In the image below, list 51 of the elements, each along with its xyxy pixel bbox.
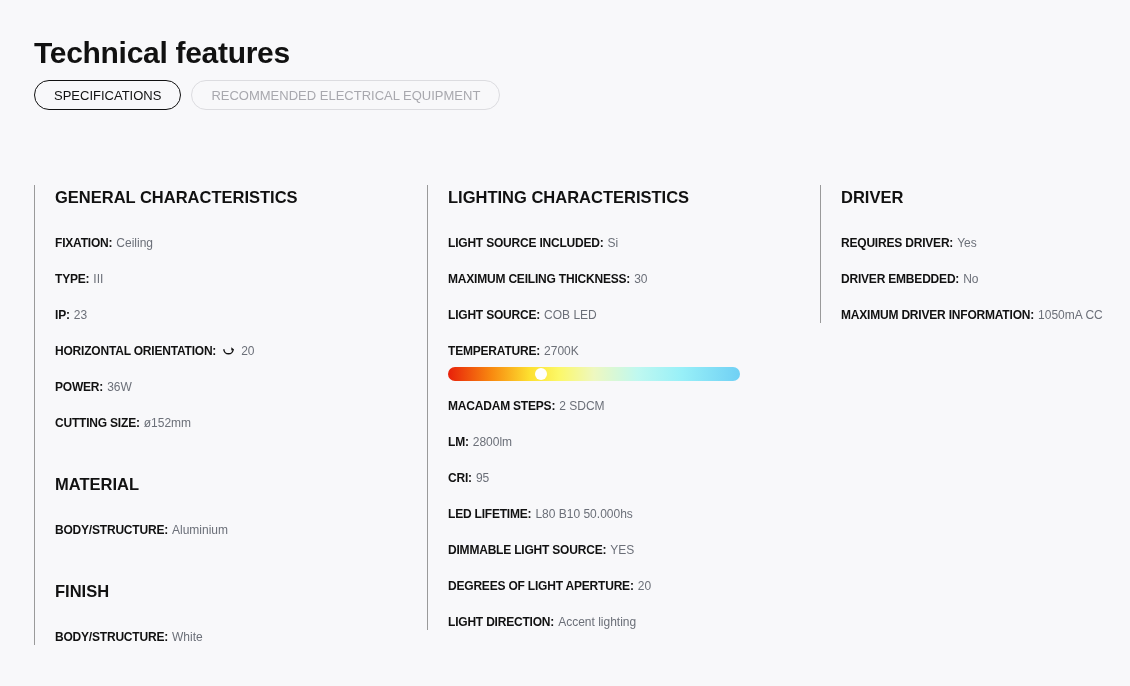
spec-label: DEGREES OF LIGHT APERTURE: bbox=[448, 578, 634, 594]
spec-label: CRI: bbox=[448, 470, 472, 486]
spec-label: MAXIMUM DRIVER INFORMATION: bbox=[841, 307, 1035, 323]
spec-value: 95 bbox=[475, 470, 490, 486]
spec-value: No bbox=[963, 271, 979, 287]
spec-label: LIGHT SOURCE INCLUDED: bbox=[448, 235, 604, 251]
spec-value: 1050mA CC bbox=[1038, 307, 1103, 323]
spec-value: 2 SDCM bbox=[559, 398, 605, 414]
spec-label: TYPE: bbox=[55, 271, 90, 287]
spec-value: 30 bbox=[634, 271, 648, 287]
spec-value: Si bbox=[607, 235, 619, 251]
spec-label: HORIZONTAL ORIENTATION: bbox=[55, 343, 217, 359]
spec-value: 23 bbox=[73, 307, 88, 323]
spec-value: Yes bbox=[957, 235, 977, 251]
spec-label: BODY/STRUCTURE: bbox=[55, 629, 168, 645]
spec-value: 2800lm bbox=[472, 434, 513, 450]
spec-value: COB LED bbox=[544, 307, 597, 323]
spec-label: REQUIRES DRIVER: bbox=[841, 235, 954, 251]
spec-label: FIXATION: bbox=[55, 235, 113, 251]
spec-value: Ceiling bbox=[116, 235, 153, 251]
spec-label: TEMPERATURE: bbox=[448, 343, 541, 359]
spec-label: MACADAM STEPS: bbox=[448, 398, 556, 414]
spec-value: III bbox=[93, 271, 104, 287]
section-heading: LIGHTING CHARACTERISTICS bbox=[448, 187, 691, 208]
spec-label: LIGHT DIRECTION: bbox=[448, 614, 555, 630]
spec-label: POWER: bbox=[55, 379, 104, 395]
spec-label: IP: bbox=[55, 307, 70, 323]
spec-label: LM: bbox=[448, 434, 469, 450]
spec-value: 20 bbox=[637, 578, 652, 594]
spec-label: LED LIFETIME: bbox=[448, 506, 532, 522]
spec-value: Accent lighting bbox=[558, 614, 637, 630]
spec-value: 36W bbox=[107, 379, 132, 395]
page-title: Technical features bbox=[34, 35, 291, 71]
section-heading: GENERAL CHARACTERISTICS bbox=[55, 187, 299, 208]
spec-value: 20 bbox=[241, 343, 255, 359]
spec-label: LIGHT SOURCE: bbox=[448, 307, 541, 323]
spec-label: BODY/STRUCTURE: bbox=[55, 522, 168, 538]
section-heading: MATERIAL bbox=[55, 474, 140, 495]
section-heading: DRIVER bbox=[841, 187, 905, 208]
spec-label: MAXIMUM CEILING THICKNESS: bbox=[448, 271, 631, 287]
spec-value: 2700K bbox=[544, 343, 579, 359]
spec-label: DRIVER EMBEDDED: bbox=[841, 271, 960, 287]
spec-value: White bbox=[172, 629, 203, 645]
spec-label: CUTTING SIZE: bbox=[55, 415, 140, 431]
spec-value: L80 B10 50.000hs bbox=[535, 506, 633, 522]
section-heading: FINISH bbox=[55, 581, 111, 602]
rotate-arrow-icon bbox=[222, 346, 236, 356]
spec-label: DIMMABLE LIGHT SOURCE: bbox=[448, 542, 607, 558]
spec-value: ø152mm bbox=[143, 415, 192, 431]
spec-value: YES bbox=[610, 542, 635, 558]
spec-value: Aluminium bbox=[172, 522, 228, 538]
